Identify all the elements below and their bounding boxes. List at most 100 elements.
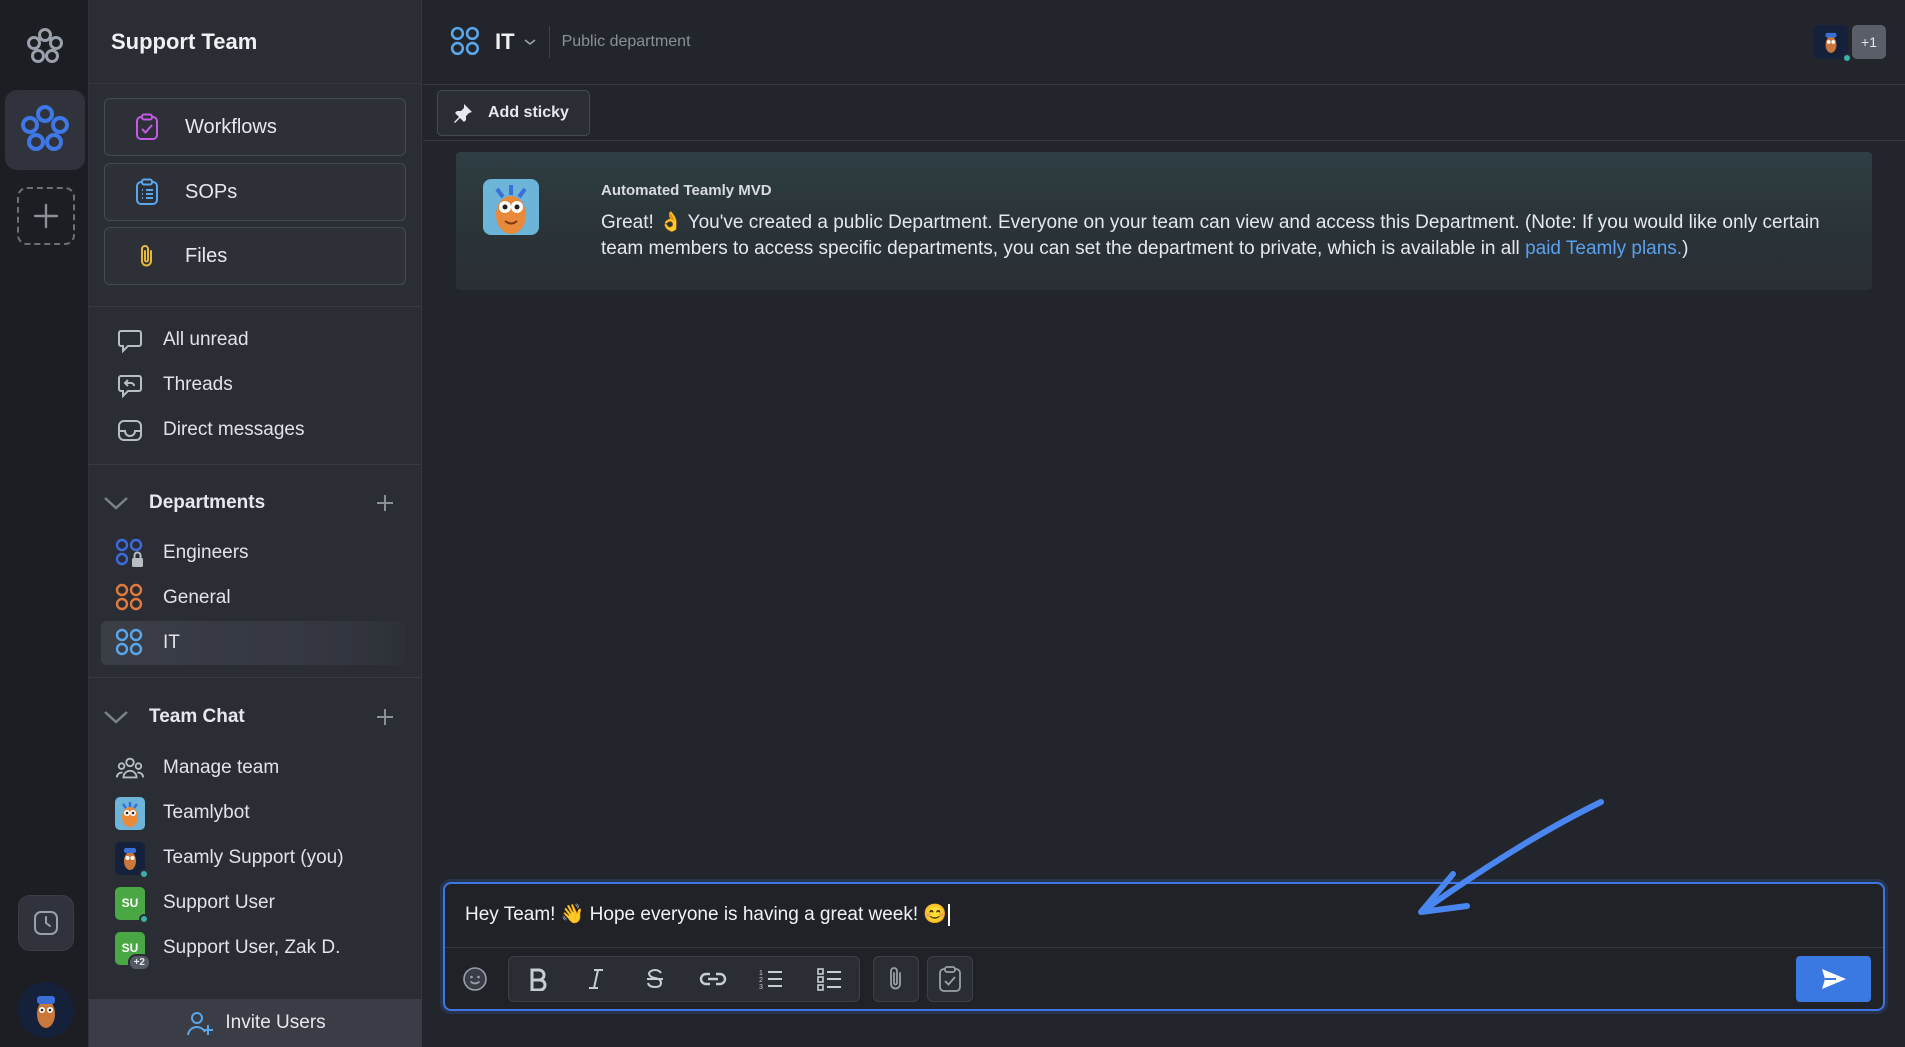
- strikethrough-button[interactable]: [626, 957, 684, 1001]
- paperclip-icon: [890, 967, 901, 990]
- main-panel: IT Public department +1 Add sticky Autom…: [423, 0, 1905, 1047]
- chat-label: Support User: [163, 892, 275, 913]
- emoji-button[interactable]: [455, 957, 495, 1001]
- my-avatar[interactable]: [18, 982, 74, 1038]
- link-button[interactable]: [684, 957, 742, 1001]
- member-avatar[interactable]: [1814, 25, 1852, 63]
- department-it[interactable]: IT: [101, 621, 405, 665]
- add-task-button[interactable]: [928, 957, 972, 1001]
- pin-icon: [452, 102, 474, 124]
- department-label: IT: [163, 632, 180, 653]
- history-button[interactable]: [18, 895, 74, 951]
- avatar-initials: SU: [121, 896, 139, 910]
- message-composer[interactable]: Hey Team! 👋 Hope everyone is having a gr…: [443, 882, 1885, 1011]
- bold-button[interactable]: [509, 957, 567, 1001]
- chat-group-support-user-zak[interactable]: SU +2 Support User, Zak D.: [101, 926, 405, 971]
- numbered-list-icon: 123: [759, 970, 783, 991]
- sops-label: SOPs: [185, 180, 238, 203]
- send-button[interactable]: [1796, 956, 1871, 1002]
- chat-teamly-support[interactable]: Teamly Support (you): [101, 836, 405, 880]
- department-label: Engineers: [163, 542, 249, 563]
- chat-support-user[interactable]: SU Support User: [101, 881, 405, 925]
- message-body: Great! 👌 You've created a public Departm…: [601, 210, 1851, 262]
- departments-section-header[interactable]: Departments: [101, 483, 411, 523]
- files-label: Files: [185, 244, 228, 267]
- department-icon: [115, 583, 145, 613]
- chevron-down-icon[interactable]: [101, 702, 131, 732]
- message-card: Automated Teamly MVD Great! 👌 You've cre…: [456, 152, 1872, 290]
- nav-all-unread[interactable]: All unread: [101, 318, 405, 362]
- workflow-clipboard-icon: [131, 111, 163, 143]
- department-locked-icon: [115, 538, 145, 568]
- online-status-dot: [139, 868, 149, 879]
- member-count-badge: +2: [127, 953, 151, 971]
- chevron-down-icon[interactable]: [101, 488, 131, 518]
- message-author: Automated Teamly MVD: [601, 182, 772, 199]
- composer-input[interactable]: Hey Team! 👋 Hope everyone is having a gr…: [465, 902, 950, 926]
- chat-bubble-icon: [115, 325, 145, 355]
- add-workspace-button[interactable]: [17, 187, 75, 245]
- clock-icon: [34, 911, 58, 935]
- emoji-group: [455, 956, 495, 1002]
- bot-avatar[interactable]: [483, 179, 539, 235]
- divider: [89, 677, 422, 678]
- svg-text:1: 1: [759, 970, 763, 977]
- team-people-icon: [115, 753, 145, 783]
- threads-icon: [115, 370, 145, 400]
- add-sticky-label: Add sticky: [488, 104, 569, 121]
- chat-label: Manage team: [163, 757, 280, 778]
- teamly-support-avatar: [115, 841, 149, 879]
- plus-icon: [33, 203, 59, 229]
- paid-plans-link[interactable]: paid Teamly plans.: [1525, 238, 1682, 259]
- chat-teamlybot[interactable]: Teamlybot: [101, 791, 405, 835]
- divider: [89, 306, 422, 307]
- composer-value: Hey Team! 👋 Hope everyone is having a gr…: [465, 904, 948, 925]
- files-button[interactable]: Files: [104, 227, 406, 285]
- add-sticky-button[interactable]: Add sticky: [437, 90, 590, 136]
- strikethrough-icon: [646, 968, 663, 989]
- department-general[interactable]: General: [101, 576, 405, 620]
- department-icon: [115, 628, 145, 658]
- workflows-button[interactable]: Workflows: [104, 98, 406, 156]
- team-chat-section-header[interactable]: Team Chat: [101, 697, 411, 737]
- bullet-list-button[interactable]: [801, 957, 859, 1001]
- add-chat-plus-icon[interactable]: [371, 703, 399, 731]
- workspace-title[interactable]: Support Team: [89, 0, 421, 84]
- departments-title: Departments: [149, 492, 266, 513]
- nav-label: Direct messages: [163, 419, 305, 440]
- chat-label: Teamlybot: [163, 802, 250, 823]
- sop-list-icon: [131, 176, 163, 208]
- department-icon: [449, 25, 483, 59]
- workspace-support-team[interactable]: [5, 90, 85, 170]
- header-separator: [548, 26, 550, 58]
- sticky-bar: Add sticky: [423, 85, 1905, 141]
- channel-header: IT Public department +1: [423, 0, 1905, 85]
- channel-name[interactable]: IT: [495, 29, 515, 55]
- paperclip-icon: [131, 240, 163, 272]
- nav-label: Threads: [163, 374, 233, 395]
- teamly-logo-icon[interactable]: [22, 24, 68, 70]
- invite-users-button[interactable]: Invite Users: [89, 999, 422, 1047]
- channel-description: Public department: [561, 33, 691, 50]
- italic-button[interactable]: [567, 957, 625, 1001]
- formatting-toolbar: 123: [508, 956, 860, 1002]
- department-engineers[interactable]: Engineers: [101, 531, 405, 575]
- chat-manage-team[interactable]: Manage team: [101, 746, 405, 790]
- send-icon: [1821, 969, 1846, 989]
- sops-button[interactable]: SOPs: [104, 163, 406, 221]
- nav-threads[interactable]: Threads: [101, 363, 405, 407]
- numbered-list-button[interactable]: 123: [742, 957, 800, 1001]
- nav-direct-messages[interactable]: Direct messages: [101, 408, 405, 452]
- svg-text:2: 2: [759, 977, 763, 984]
- bold-icon: [530, 968, 547, 991]
- italic-icon: [589, 969, 604, 989]
- workspace-rail: [0, 0, 89, 1047]
- attach-file-button[interactable]: [874, 957, 918, 1001]
- channel-members[interactable]: +1: [1814, 25, 1886, 63]
- add-department-plus-icon[interactable]: [371, 489, 399, 517]
- chevron-down-icon[interactable]: [521, 33, 539, 51]
- workspace-flower-icon: [21, 105, 69, 151]
- extra-members-count[interactable]: +1: [1852, 25, 1886, 59]
- toolbar-divider: [445, 947, 1883, 948]
- support-user-avatar: SU: [115, 886, 149, 924]
